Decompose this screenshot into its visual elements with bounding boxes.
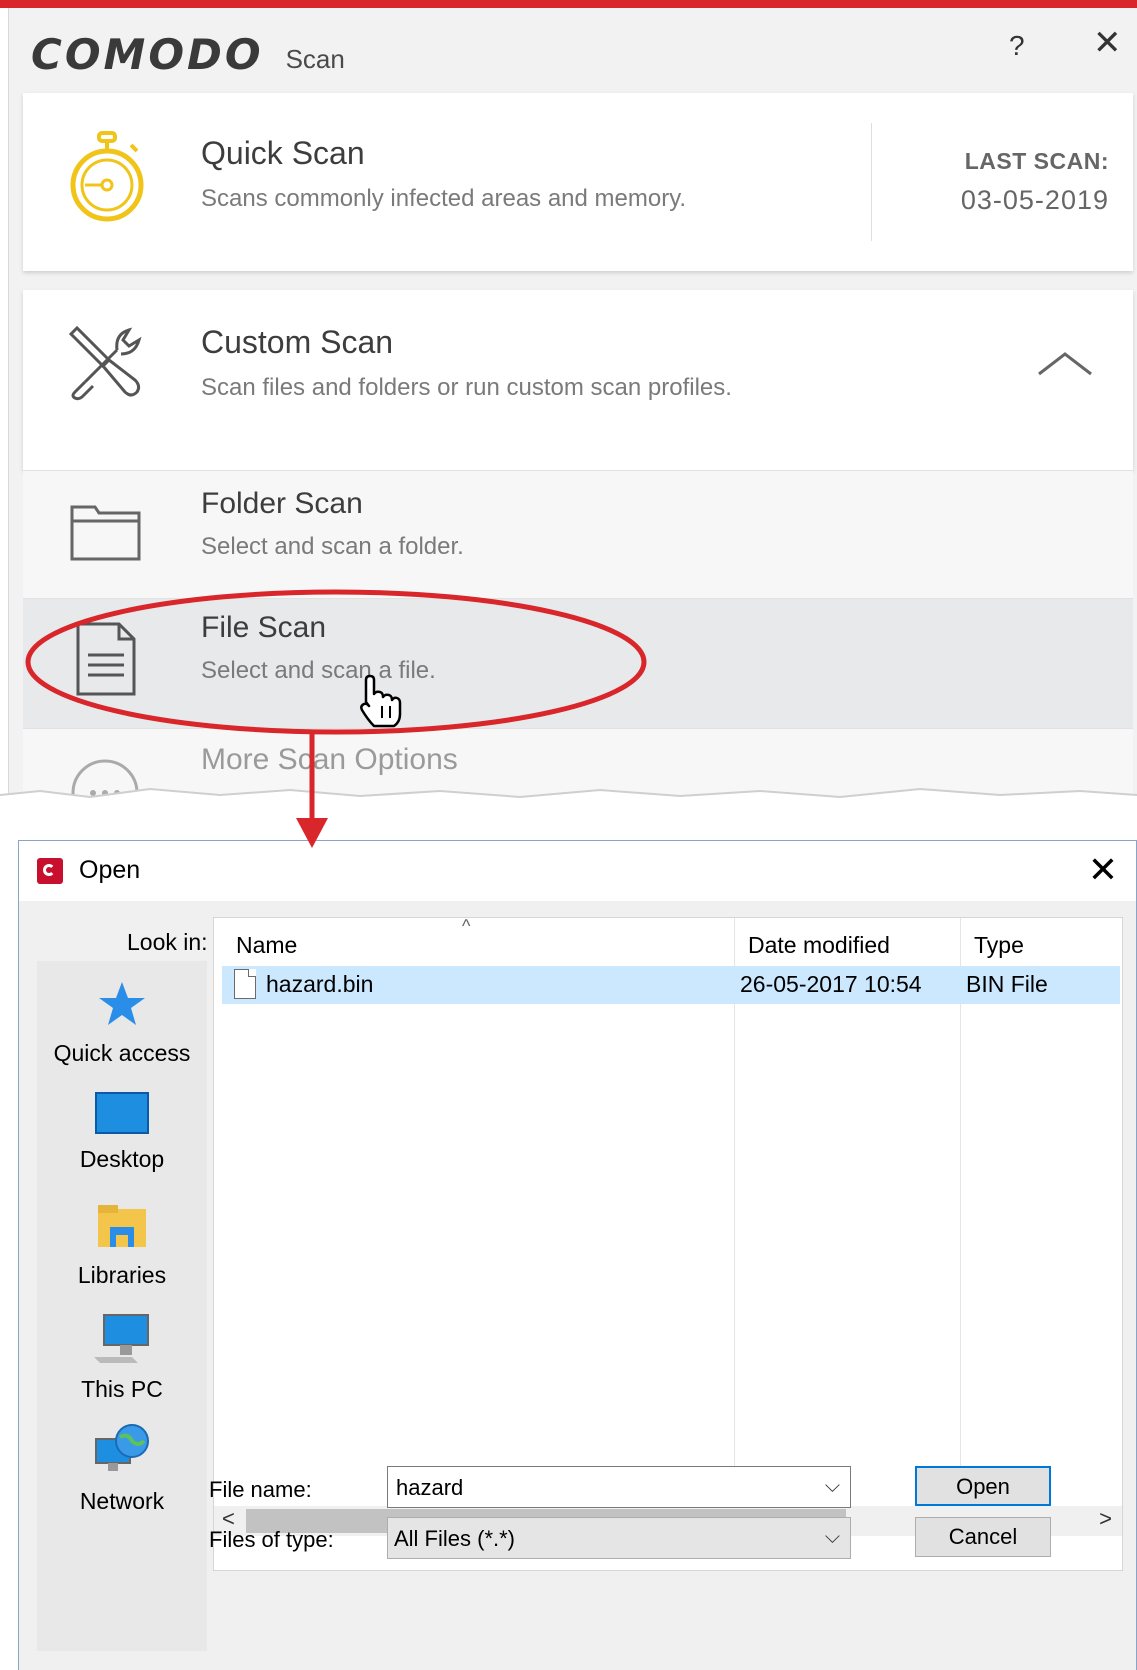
file-name-input[interactable] xyxy=(394,1474,818,1502)
column-date-modified[interactable]: Date modified xyxy=(748,918,890,962)
column-divider xyxy=(734,918,735,1500)
file-name-combobox[interactable]: ⌵ xyxy=(387,1466,851,1508)
more-scan-options-title: More Scan Options xyxy=(201,743,458,776)
chevron-down-icon[interactable]: ⌵ xyxy=(825,1475,840,1498)
place-label: Network xyxy=(79,1488,165,1514)
comodo-app-icon xyxy=(37,858,63,884)
help-button[interactable]: ? xyxy=(1009,30,1025,62)
file-type: BIN File xyxy=(966,971,1048,997)
place-libraries[interactable]: Libraries xyxy=(37,1185,207,1289)
custom-scan-card[interactable]: Custom Scan Scan files and folders or ru… xyxy=(23,290,1133,470)
dialog-title: Open xyxy=(79,856,141,884)
place-this-pc[interactable]: This PC xyxy=(37,1297,207,1403)
column-divider xyxy=(960,918,961,1500)
window-title: COMODO Scan xyxy=(31,26,345,76)
libraries-icon xyxy=(98,1205,146,1247)
folder-scan-desc: Select and scan a folder. xyxy=(201,533,464,560)
file-scan-option[interactable]: File Scan Select and scan a file. xyxy=(23,598,1133,729)
place-quick-access[interactable]: Quick access xyxy=(37,961,207,1067)
torn-edge xyxy=(0,787,1137,825)
custom-scan-desc: Scan files and folders or run custom sca… xyxy=(201,374,732,401)
file-scan-title: File Scan xyxy=(201,611,327,644)
open-file-dialog: Open ✕ Look in: poison1 ⌵ ✱ xyxy=(18,840,1137,1670)
quick-scan-card[interactable]: Quick Scan Scans commonly infected areas… xyxy=(23,93,1133,271)
computer-icon xyxy=(94,1314,149,1363)
last-scan-date: 03-05-2019 xyxy=(960,185,1109,215)
column-type[interactable]: Type xyxy=(974,918,1024,962)
network-icon xyxy=(95,1424,149,1471)
place-desktop[interactable]: Desktop xyxy=(37,1073,207,1173)
file-icon xyxy=(234,969,256,999)
file-name-label: File name: xyxy=(209,1477,312,1502)
chevron-down-icon: ⌵ xyxy=(824,1526,840,1548)
window-subtitle: Scan xyxy=(285,44,345,74)
file-list-header: Name Date modified Type xyxy=(214,918,1122,962)
close-button[interactable]: ✕ xyxy=(1093,26,1122,60)
stopwatch-icon xyxy=(70,131,144,222)
quick-scan-desc: Scans commonly infected areas and memory… xyxy=(201,185,687,212)
dialog-close-button[interactable]: ✕ xyxy=(1088,849,1118,891)
top-accent-strip xyxy=(0,0,1137,8)
file-row[interactable]: hazard.bin 26-05-2017 10:54 BIN File xyxy=(222,966,1120,1004)
files-of-type-label: Files of type: xyxy=(209,1527,334,1552)
cancel-button[interactable]: Cancel xyxy=(915,1517,1051,1557)
dialog-titlebar: Open ✕ xyxy=(19,841,1136,901)
folder-scan-option[interactable]: Folder Scan Select and scan a folder. xyxy=(23,470,1133,599)
column-name[interactable]: Name xyxy=(236,918,297,962)
open-button[interactable]: Open xyxy=(915,1466,1051,1506)
file-date: 26-05-2017 10:54 xyxy=(740,971,922,997)
look-in-label: Look in: xyxy=(127,929,208,955)
custom-scan-title: Custom Scan xyxy=(201,324,394,360)
divider xyxy=(871,123,872,241)
folder-icon xyxy=(70,505,141,561)
files-of-type-value: All Files (*.*) xyxy=(394,1526,516,1551)
star-icon xyxy=(99,982,145,1025)
file-name: hazard.bin xyxy=(266,971,374,997)
place-label: Desktop xyxy=(79,1146,165,1172)
files-of-type-select[interactable]: All Files (*.*) ⌵ xyxy=(387,1517,851,1559)
desktop-icon xyxy=(95,1092,149,1134)
file-scan-desc: Select and scan a file. xyxy=(201,657,436,684)
folder-scan-title: Folder Scan xyxy=(201,487,363,520)
last-scan-label: LAST SCAN: xyxy=(964,148,1109,174)
tools-icon xyxy=(68,325,142,401)
place-label: Libraries xyxy=(77,1262,167,1288)
comodo-scan-window: COMODO Scan ? ✕ Quick Scan Scans commonl… xyxy=(8,8,1137,808)
places-bar: Quick access Desktop Libraries This PC N… xyxy=(37,961,207,1651)
place-network[interactable]: Network xyxy=(37,1409,207,1515)
place-label: Quick access xyxy=(53,1040,191,1066)
chevron-up-icon[interactable] xyxy=(1037,350,1093,378)
scroll-right-icon[interactable]: > xyxy=(1099,1506,1112,1532)
comodo-logo: COMODO xyxy=(31,30,264,79)
quick-scan-title: Quick Scan xyxy=(201,135,365,171)
place-label: This PC xyxy=(81,1376,163,1402)
document-icon xyxy=(76,622,136,696)
